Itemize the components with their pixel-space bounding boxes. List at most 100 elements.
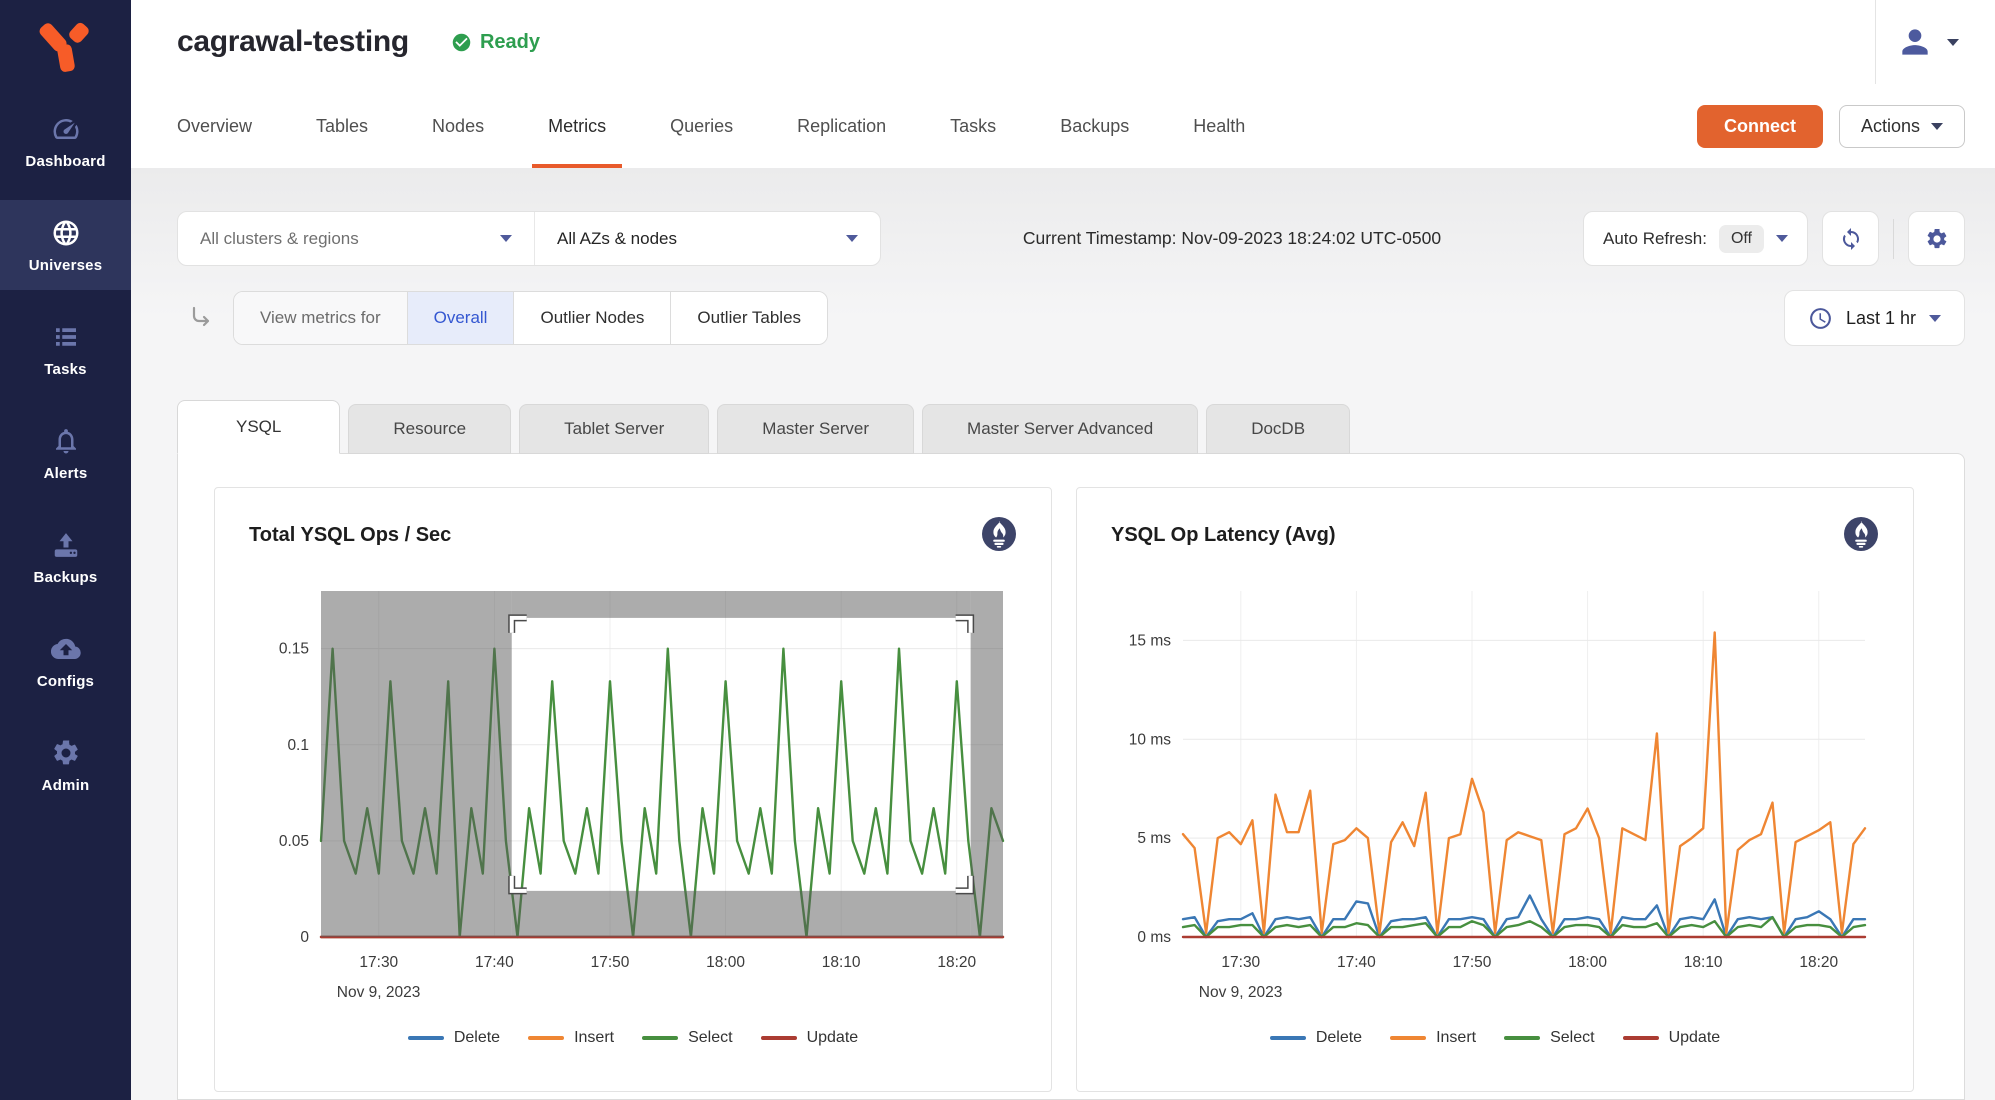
tab-nodes[interactable]: Nodes <box>432 84 484 168</box>
svg-text:18:20: 18:20 <box>1799 954 1838 971</box>
legend-swatch <box>408 1036 444 1040</box>
chevron-down-icon <box>1776 235 1788 242</box>
chart-legend: Delete Insert Select Update <box>1111 1029 1879 1047</box>
sidebar-item-label: Backups <box>34 569 98 586</box>
sidebar-item-universes[interactable]: Universes <box>0 200 131 290</box>
cluster-region-select[interactable]: All clusters & regions <box>178 212 534 265</box>
main-area: cagrawal-testing Ready Overview Tables N… <box>131 0 1995 1100</box>
user-menu[interactable] <box>1896 23 1965 61</box>
sidebar-item-alerts[interactable]: Alerts <box>0 408 131 498</box>
svg-text:17:30: 17:30 <box>1221 954 1260 971</box>
yugabyte-logo[interactable] <box>0 0 131 96</box>
tab-replication[interactable]: Replication <box>797 84 886 168</box>
svg-text:17:50: 17:50 <box>1453 954 1492 971</box>
legend-swatch <box>642 1036 678 1040</box>
prometheus-link[interactable] <box>1843 516 1879 557</box>
status-badge: Ready <box>451 31 540 54</box>
tasks-list-icon <box>51 322 81 352</box>
legend-delete[interactable]: Delete <box>1270 1029 1362 1047</box>
tab-resource[interactable]: Resource <box>348 404 511 454</box>
time-range-select[interactable]: Last 1 hr <box>1784 290 1965 346</box>
legend-label: Delete <box>1316 1029 1362 1047</box>
tab-metrics[interactable]: Metrics <box>548 84 606 168</box>
svg-text:17:40: 17:40 <box>1337 954 1376 971</box>
prometheus-link[interactable] <box>981 516 1017 557</box>
admin-gear-icon <box>51 738 81 768</box>
legend-swatch <box>1504 1036 1540 1040</box>
chevron-down-icon <box>846 235 858 242</box>
svg-text:10 ms: 10 ms <box>1129 731 1171 748</box>
actions-button[interactable]: Actions <box>1839 105 1965 148</box>
current-timestamp: Current Timestamp: Nov-09-2023 18:24:02 … <box>881 228 1583 249</box>
user-avatar-icon <box>1896 23 1934 61</box>
svg-text:18:10: 18:10 <box>1684 954 1723 971</box>
sidebar-item-dashboard[interactable]: Dashboard <box>0 96 131 186</box>
sidebar-item-label: Configs <box>37 673 94 690</box>
svg-text:17:50: 17:50 <box>591 954 630 971</box>
tab-tablet-server[interactable]: Tablet Server <box>519 404 709 454</box>
chevron-down-icon <box>500 235 512 242</box>
legend-update[interactable]: Update <box>1623 1029 1721 1047</box>
refresh-button[interactable] <box>1822 211 1879 266</box>
tab-master-server-advanced[interactable]: Master Server Advanced <box>922 404 1198 454</box>
check-circle-icon <box>451 32 472 53</box>
svg-text:18:00: 18:00 <box>1568 954 1607 971</box>
svg-text:18:10: 18:10 <box>822 954 861 971</box>
tab-master-server[interactable]: Master Server <box>717 404 914 454</box>
tab-docdb[interactable]: DocDB <box>1206 404 1350 454</box>
legend-label: Insert <box>574 1029 614 1047</box>
legend-swatch <box>1270 1036 1306 1040</box>
tab-overview[interactable]: Overview <box>177 84 252 168</box>
ops-chart[interactable]: 17:3017:4017:5018:0018:1018:2000.050.10.… <box>249 577 1015 1013</box>
tab-queries[interactable]: Queries <box>670 84 733 168</box>
svg-text:0.05: 0.05 <box>279 833 309 850</box>
tab-ysql[interactable]: YSQL <box>177 400 340 454</box>
legend-label: Update <box>807 1029 859 1047</box>
svg-text:17:30: 17:30 <box>359 954 398 971</box>
sidebar-item-configs[interactable]: Configs <box>0 616 131 706</box>
chevron-down-icon <box>1947 39 1959 46</box>
sidebar-item-label: Dashboard <box>25 153 105 170</box>
status-text: Ready <box>480 31 540 54</box>
segment-outlier-tables[interactable]: Outlier Tables <box>670 292 827 344</box>
legend-insert[interactable]: Insert <box>528 1029 614 1047</box>
yugabyte-logo-icon <box>39 21 93 75</box>
tab-tasks[interactable]: Tasks <box>950 84 996 168</box>
gear-icon <box>1925 227 1949 251</box>
sidebar-item-label: Alerts <box>44 465 88 482</box>
legend-insert[interactable]: Insert <box>1390 1029 1476 1047</box>
segment-overall[interactable]: Overall <box>407 292 514 344</box>
sidebar-item-admin[interactable]: Admin <box>0 720 131 810</box>
sidebar-item-tasks[interactable]: Tasks <box>0 304 131 394</box>
latency-chart[interactable]: 17:3017:4017:5018:0018:1018:200 ms5 ms10… <box>1111 577 1877 1013</box>
svg-text:15 ms: 15 ms <box>1129 632 1171 649</box>
legend-select[interactable]: Select <box>1504 1029 1594 1047</box>
prometheus-icon <box>981 516 1017 552</box>
svg-text:18:20: 18:20 <box>937 954 976 971</box>
toolbar-divider <box>1893 219 1894 259</box>
backups-drive-icon <box>51 530 81 560</box>
legend-select[interactable]: Select <box>642 1029 732 1047</box>
chevron-down-icon <box>1929 315 1941 322</box>
legend-label: Select <box>688 1029 732 1047</box>
legend-label: Update <box>1669 1029 1721 1047</box>
connect-button[interactable]: Connect <box>1697 105 1823 148</box>
az-node-select[interactable]: All AZs & nodes <box>534 212 880 265</box>
auto-refresh-select[interactable]: Auto Refresh: Off <box>1583 211 1808 266</box>
az-node-value: All AZs & nodes <box>557 229 677 249</box>
sidebar-item-backups[interactable]: Backups <box>0 512 131 602</box>
refresh-icon <box>1839 227 1863 251</box>
segment-outlier-nodes[interactable]: Outlier Nodes <box>513 292 670 344</box>
auto-refresh-label: Auto Refresh: <box>1603 229 1707 249</box>
tab-backups[interactable]: Backups <box>1060 84 1129 168</box>
dashboard-speedometer-icon <box>51 114 81 144</box>
metrics-settings-button[interactable] <box>1908 211 1965 266</box>
tab-tables[interactable]: Tables <box>316 84 368 168</box>
svg-text:18:00: 18:00 <box>706 954 745 971</box>
legend-delete[interactable]: Delete <box>408 1029 500 1047</box>
legend-update[interactable]: Update <box>761 1029 859 1047</box>
chart-card-latency: YSQL Op Latency (Avg) 17:3017:4017:5018:… <box>1076 487 1914 1092</box>
time-range-value: Last 1 hr <box>1846 308 1916 329</box>
legend-swatch <box>761 1036 797 1040</box>
tab-health[interactable]: Health <box>1193 84 1245 168</box>
